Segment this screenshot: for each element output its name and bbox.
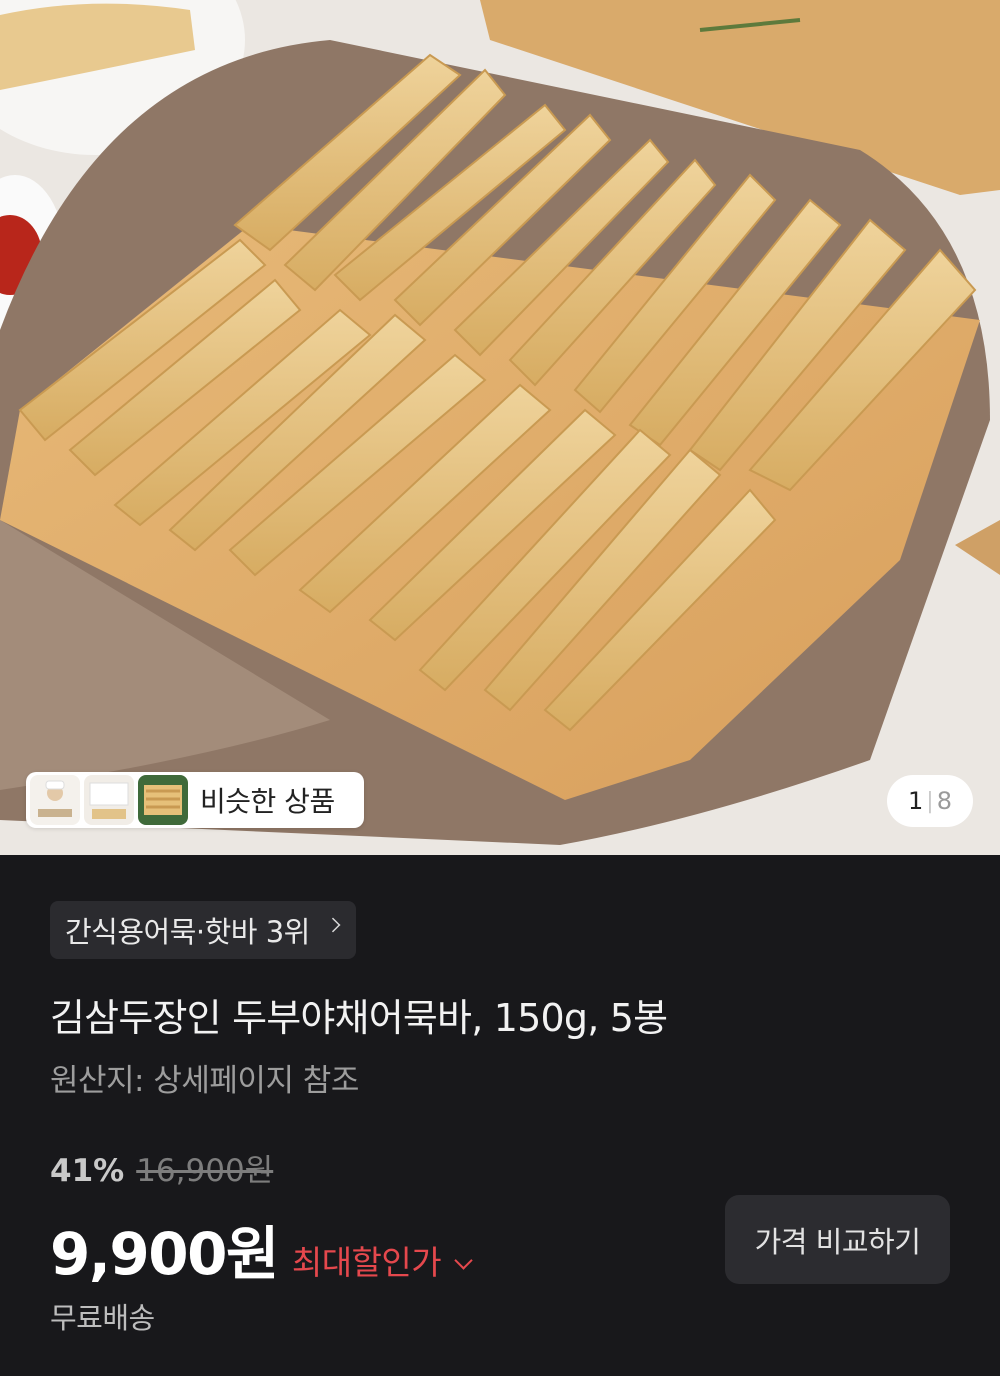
max-discount-label: 최대할인가 <box>291 1243 442 1282</box>
counter-current: 1 <box>908 787 924 815</box>
counter-total: 8 <box>936 787 952 815</box>
similar-thumb-1 <box>30 775 80 825</box>
similar-products-button[interactable]: 비슷한 상품 <box>26 772 364 828</box>
product-origin: 원산지: 상세페이지 참조 <box>50 1063 359 1099</box>
counter-separator: | <box>926 788 934 814</box>
similar-products-label: 비슷한 상품 <box>200 785 335 818</box>
max-discount-toggle[interactable]: 최대할인가 <box>291 1236 473 1284</box>
price-row: 9,900원 최대할인가 <box>50 1207 473 1291</box>
product-photo <box>0 0 1000 855</box>
discount-percent: 41% <box>50 1153 125 1189</box>
original-price: 16,900원 <box>136 1153 274 1189</box>
chevron-right-icon <box>325 917 341 933</box>
similar-thumb-2 <box>84 775 134 825</box>
product-info: 간식용어묵·핫바 3위 김삼두장인 두부야채어묵바, 150g, 5봉 원산지:… <box>0 855 1000 1376</box>
category-rank-label: 간식용어묵·핫바 3위 <box>65 915 310 949</box>
chevron-down-icon <box>454 1251 473 1270</box>
product-title: 김삼두장인 두부야채어묵바, 150g, 5봉 <box>50 996 668 1040</box>
category-rank-chip[interactable]: 간식용어묵·핫바 3위 <box>50 901 356 959</box>
product-image-gallery[interactable]: 비슷한 상품 1 | 8 <box>0 0 1000 855</box>
similar-thumb-3 <box>138 775 188 825</box>
price-compare-label: 가격 비교하기 <box>754 1224 921 1259</box>
shipping-info: 무료배송 <box>50 1301 155 1335</box>
sale-price: 9,900원 <box>50 1220 279 1288</box>
image-counter: 1 | 8 <box>887 775 973 827</box>
discount-row: 41% 16,900원 <box>50 1145 273 1190</box>
price-compare-button[interactable]: 가격 비교하기 <box>725 1195 950 1284</box>
